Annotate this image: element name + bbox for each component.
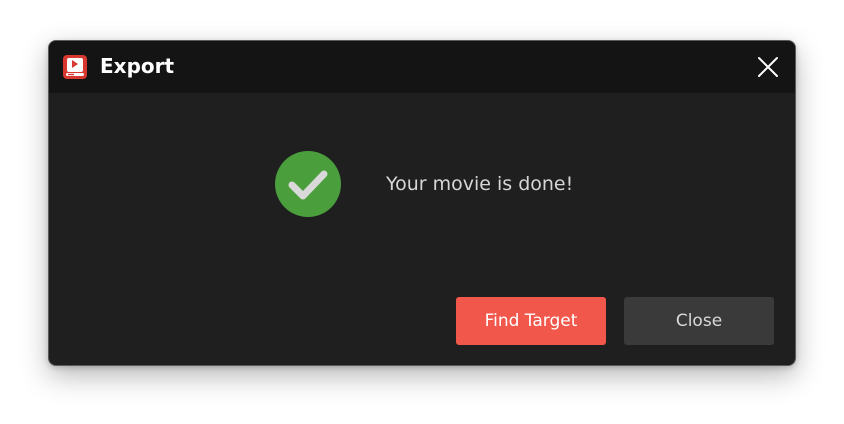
export-dialog: Export Your movie is done! Find Target C… [48, 40, 796, 366]
close-button[interactable]: Close [624, 297, 774, 345]
title-bar: Export [49, 41, 795, 93]
success-message: Your movie is done! [386, 173, 574, 195]
check-circle-icon [275, 151, 341, 217]
find-target-button[interactable]: Find Target [456, 297, 606, 345]
dialog-title: Export [100, 54, 175, 78]
app-logo-icon [63, 55, 87, 79]
close-icon[interactable] [757, 56, 779, 78]
